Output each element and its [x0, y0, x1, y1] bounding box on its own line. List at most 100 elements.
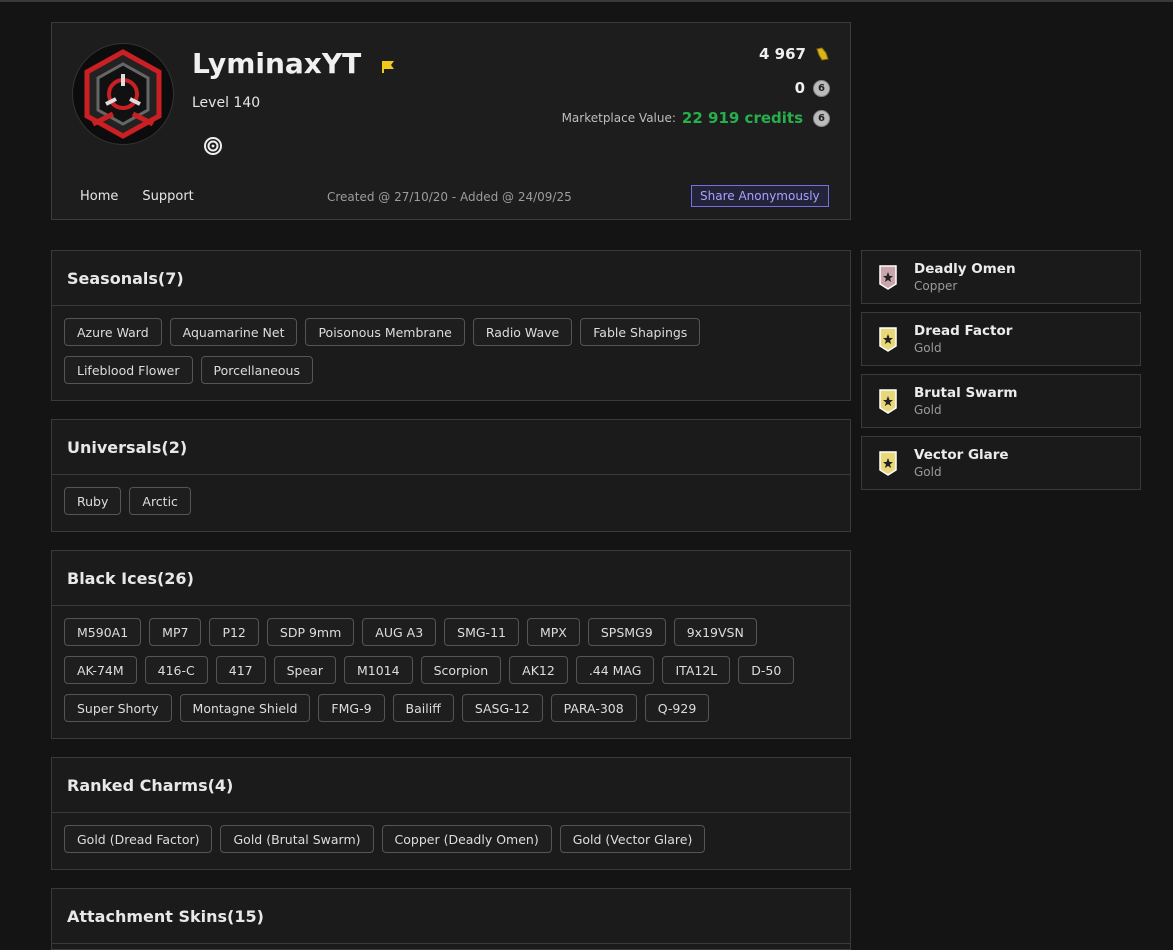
charm-tier: Gold	[914, 403, 942, 417]
section-header[interactable]: Attachment Skins (15)	[52, 889, 850, 944]
charm-tier: Gold	[914, 465, 942, 479]
skin-chip[interactable]: .44 MAG	[575, 656, 655, 684]
skin-chip[interactable]: Arctic	[129, 487, 191, 515]
section-title: Black Ices	[67, 568, 157, 588]
gold-charm-icon	[879, 451, 897, 476]
skin-chip[interactable]: ITA12L	[662, 656, 731, 684]
section-title: Ranked Charms	[67, 775, 208, 795]
section-title: Attachment Skins	[67, 906, 228, 926]
charm-chip[interactable]: Copper (Deadly Omen)	[381, 825, 552, 853]
skin-chip[interactable]: MPX	[526, 618, 580, 646]
top-border	[0, 0, 1173, 2]
charm-chip[interactable]: Gold (Brutal Swarm)	[220, 825, 374, 853]
skin-chip[interactable]: SMG-11	[444, 618, 519, 646]
chip-list: Ruby Arctic	[52, 475, 850, 531]
section-header[interactable]: Black Ices (26)	[52, 551, 850, 606]
nav-home-link[interactable]: Home	[80, 189, 118, 204]
section-ranked-charms: Ranked Charms (4) Gold (Dread Factor) Go…	[51, 757, 851, 870]
r6-credits-stat: 0 6	[795, 79, 830, 97]
marketplace-value-amount: 22 919 credits	[681, 109, 803, 127]
skin-chip[interactable]: Aquamarine Net	[169, 318, 298, 346]
skin-chip[interactable]: SDP 9mm	[266, 618, 355, 646]
chip-list: Gold (Dread Factor) Gold (Brutal Swarm) …	[52, 813, 850, 869]
flag-icon[interactable]	[380, 59, 396, 75]
ubisoft-icon[interactable]	[203, 136, 223, 156]
section-attachment-skins: Attachment Skins (15)	[51, 888, 851, 950]
avatar-emblem-icon	[84, 49, 162, 139]
skin-chip[interactable]: AUG A3	[362, 618, 437, 646]
username: LyminaxYT	[192, 47, 362, 80]
skin-chip[interactable]: 9x19VSN	[673, 618, 757, 646]
skin-chip[interactable]: Spear	[273, 656, 336, 684]
charm-tier: Gold	[914, 341, 942, 355]
charm-name: Dread Factor	[914, 323, 1013, 339]
skin-chip[interactable]: Porcellaneous	[200, 356, 313, 384]
copper-charm-icon	[879, 265, 897, 290]
profile-nav: Home Support	[80, 189, 194, 204]
skin-chip[interactable]: FMG-9	[318, 694, 385, 722]
skin-chip[interactable]: SPSMG9	[587, 618, 666, 646]
charm-name: Brutal Swarm	[914, 385, 1018, 401]
renown-icon	[816, 47, 829, 61]
r6-credits-icon: 6	[813, 79, 830, 97]
share-anonymously-button[interactable]: Share Anonymously	[691, 185, 829, 207]
nav-support-link[interactable]: Support	[142, 189, 193, 204]
chip-list: Azure Ward Aquamarine Net Poisonous Memb…	[52, 306, 850, 400]
section-universals: Universals (2) Ruby Arctic	[51, 419, 851, 532]
skin-chip[interactable]: M1014	[343, 656, 413, 684]
marketplace-value: Marketplace Value: 22 919 credits 6	[562, 109, 830, 127]
section-title: Seasonals	[67, 268, 158, 288]
gold-charm-icon	[879, 327, 897, 352]
section-count: (7)	[157, 268, 184, 288]
renown-stat: 4 967	[759, 45, 830, 63]
charm-card[interactable]: Brutal Swarm Gold	[861, 374, 1141, 428]
section-count: (4)	[207, 775, 234, 795]
gold-charm-icon	[879, 389, 897, 414]
skin-chip[interactable]: Radio Wave	[472, 318, 573, 346]
chip-list: M590A1 MP7 P12 SDP 9mm AUG A3 SMG-11 MPX…	[52, 606, 850, 738]
avatar	[72, 43, 174, 145]
section-header[interactable]: Seasonals (7)	[52, 251, 850, 306]
skin-chip[interactable]: PARA-308	[550, 694, 637, 722]
charm-chip[interactable]: Gold (Vector Glare)	[559, 825, 706, 853]
section-count: (2)	[161, 437, 188, 457]
charm-card[interactable]: Dread Factor Gold	[861, 312, 1141, 366]
charm-chip[interactable]: Gold (Dread Factor)	[64, 825, 213, 853]
section-count: (26)	[156, 568, 194, 588]
skin-chip[interactable]: MP7	[149, 618, 202, 646]
skin-chip[interactable]: Azure Ward	[64, 318, 162, 346]
skin-chip[interactable]: 416-C	[144, 656, 208, 684]
skin-chip[interactable]: Fable Shapings	[580, 318, 701, 346]
section-header[interactable]: Universals (2)	[52, 420, 850, 475]
created-date: Created @ 27/10/20 - Added @ 24/09/25	[327, 190, 572, 204]
skin-chip[interactable]: Lifeblood Flower	[64, 356, 193, 384]
skin-chip[interactable]: AK12	[509, 656, 568, 684]
skin-chip[interactable]: Poisonous Membrane	[305, 318, 465, 346]
r6-credits-value: 0	[794, 79, 805, 97]
skin-chip[interactable]: M590A1	[64, 618, 142, 646]
r6-credits-icon: 6	[813, 109, 830, 127]
skin-chip[interactable]: P12	[209, 618, 259, 646]
skin-chip[interactable]: Ruby	[64, 487, 122, 515]
skin-chip[interactable]: AK-74M	[64, 656, 137, 684]
skin-chip[interactable]: Q-929	[644, 694, 710, 722]
profile-card: LyminaxYT Level 140 4 967 0 6 Marketplac…	[51, 22, 851, 220]
charm-card[interactable]: Deadly Omen Copper	[861, 250, 1141, 304]
skin-chip[interactable]: Bailiff	[392, 694, 454, 722]
skin-chip[interactable]: 417	[215, 656, 266, 684]
section-black-ices: Black Ices (26) M590A1 MP7 P12 SDP 9mm A…	[51, 550, 851, 739]
skin-chip[interactable]: D-50	[738, 656, 795, 684]
skin-chip[interactable]: Montagne Shield	[179, 694, 311, 722]
charm-name: Deadly Omen	[914, 261, 1016, 277]
skin-chip[interactable]: Super Shorty	[64, 694, 172, 722]
charm-card[interactable]: Vector Glare Gold	[861, 436, 1141, 490]
skin-chip[interactable]: SASG-12	[461, 694, 543, 722]
renown-value: 4 967	[759, 45, 806, 63]
section-seasonals: Seasonals (7) Azure Ward Aquamarine Net …	[51, 250, 851, 401]
marketplace-label: Marketplace Value:	[561, 111, 676, 125]
charm-name: Vector Glare	[914, 447, 1009, 463]
section-header[interactable]: Ranked Charms (4)	[52, 758, 850, 813]
player-level: Level 140	[192, 95, 261, 111]
skin-chip[interactable]: Scorpion	[420, 656, 502, 684]
section-title: Universals	[67, 437, 162, 457]
